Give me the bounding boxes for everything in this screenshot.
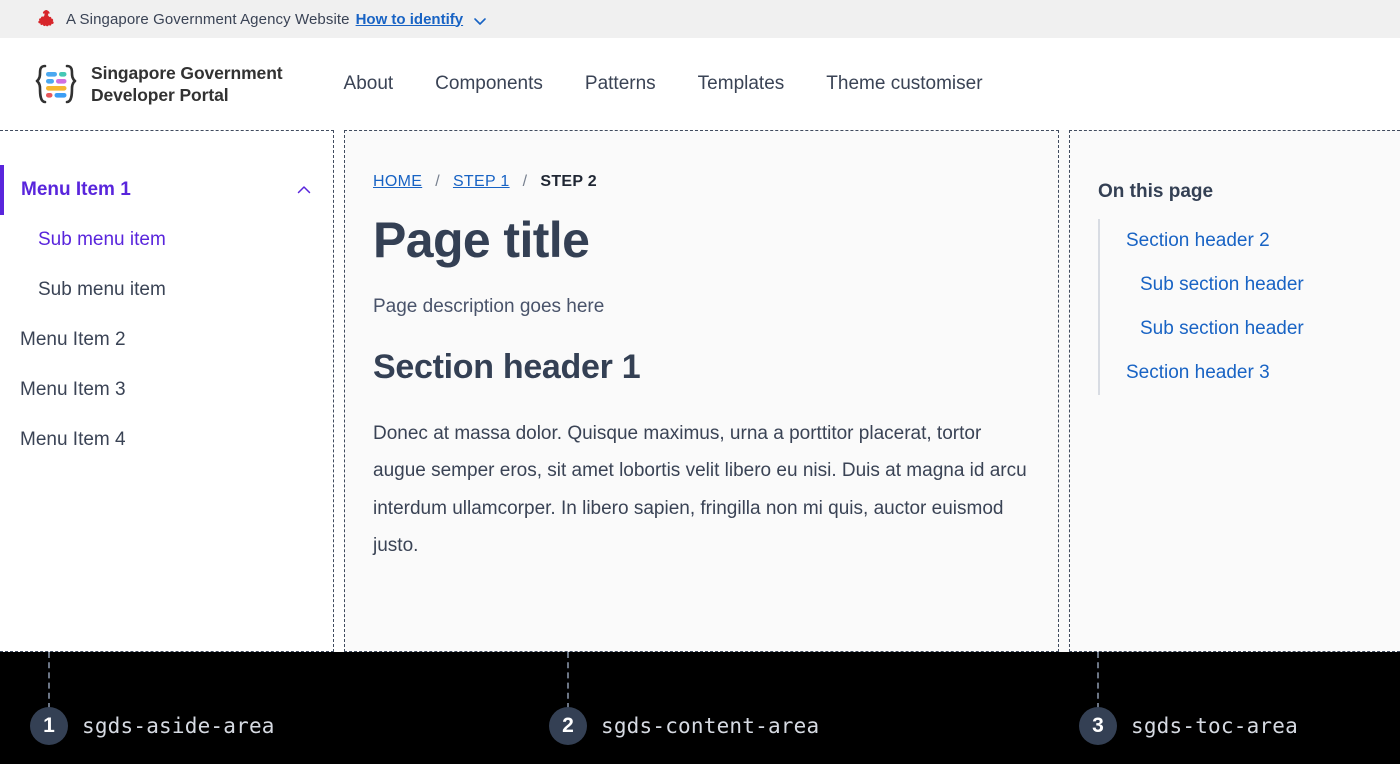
chevron-down-icon[interactable] xyxy=(472,13,488,29)
sidebar-item-label: Menu Item 3 xyxy=(20,379,126,400)
sidebar-item-label: Menu Item 2 xyxy=(20,329,126,350)
nav-link-theme-customiser[interactable]: Theme customiser xyxy=(805,65,1003,103)
toc-link-section-header-3[interactable]: Section header 3 xyxy=(1100,351,1400,395)
toc-link-section-header-2[interactable]: Section header 2 xyxy=(1100,219,1400,263)
breadcrumb: HOME / STEP 1 / STEP 2 xyxy=(373,173,1028,191)
annotation-3: 3 sgds-toc-area xyxy=(1079,707,1298,745)
annotation-label-2: sgds-content-area xyxy=(601,714,820,738)
body-paragraph: Donec at massa dolor. Quisque maximus, u… xyxy=(373,423,1027,557)
sgds-content-area: HOME / STEP 1 / STEP 2 Page title Page d… xyxy=(344,130,1059,652)
brand-name: Singapore Government Developer Portal xyxy=(91,62,283,105)
annotation-label-1: sgds-aside-area xyxy=(82,714,275,738)
toc-title: On this page xyxy=(1098,181,1214,202)
sidebar-item-menu-item-1[interactable]: Menu Item 1 xyxy=(0,165,333,215)
page-layout: Menu Item 1 Sub menu item Sub menu item … xyxy=(0,130,1400,652)
breadcrumb-separator: / xyxy=(435,173,440,190)
section-header-1: Section header 1 xyxy=(373,348,641,386)
nav-link-templates[interactable]: Templates xyxy=(677,65,806,103)
annotation-1: 1 sgds-aside-area xyxy=(30,707,275,745)
sidebar-item-label: Menu Item 4 xyxy=(20,429,126,450)
singapore-lion-head-icon xyxy=(38,9,54,27)
main-navbar: Singapore Government Developer Portal Ab… xyxy=(0,38,1400,130)
annotation-leader-line-3 xyxy=(1097,652,1099,709)
annotation-leader-line-2 xyxy=(567,652,569,709)
nav-links: About Components Patterns Templates Them… xyxy=(323,65,1004,103)
sgds-aside-area: Menu Item 1 Sub menu item Sub menu item … xyxy=(0,130,334,652)
annotation-badge-1: 1 xyxy=(30,707,68,745)
brand-logo[interactable]: Singapore Government Developer Portal xyxy=(32,62,283,107)
sgds-toc-area: On this page Section header 2 Sub sectio… xyxy=(1069,130,1400,652)
layout-gap-right xyxy=(1059,130,1069,652)
annotation-strip: 1 sgds-aside-area 2 sgds-content-area 3 … xyxy=(0,652,1400,764)
government-masthead: A Singapore Government Agency Website Ho… xyxy=(0,0,1400,38)
sidebar-subitem-2[interactable]: Sub menu item xyxy=(0,265,333,315)
page-title: Page title xyxy=(373,212,590,268)
annotation-label-3: sgds-toc-area xyxy=(1131,714,1298,738)
toc-link-sub-section-header-2[interactable]: Sub section header xyxy=(1100,307,1400,351)
masthead-text: A Singapore Government Agency Website xyxy=(66,10,350,28)
nav-link-about[interactable]: About xyxy=(323,65,415,103)
how-to-identify-link[interactable]: How to identify xyxy=(356,11,464,28)
annotation-leader-line-1 xyxy=(48,652,50,709)
sidebar-item-menu-item-3[interactable]: Menu Item 3 xyxy=(0,365,333,415)
sidebar-item-menu-item-4[interactable]: Menu Item 4 xyxy=(0,415,333,465)
sidebar-item-label: Menu Item 1 xyxy=(21,179,131,200)
annotation-badge-2: 2 xyxy=(549,707,587,745)
page-description: Page description goes here xyxy=(373,296,605,317)
sidebar-item-menu-item-2[interactable]: Menu Item 2 xyxy=(0,315,333,365)
nav-link-patterns[interactable]: Patterns xyxy=(564,65,677,103)
code-brackets-logo-icon xyxy=(35,64,77,104)
nav-link-components[interactable]: Components xyxy=(414,65,564,103)
chevron-up-icon[interactable] xyxy=(295,181,313,199)
toc-link-sub-section-header-1[interactable]: Sub section header xyxy=(1100,263,1400,307)
breadcrumb-separator: / xyxy=(522,173,528,190)
breadcrumb-step-2-current: STEP 2 xyxy=(540,173,598,190)
toc-list: Section header 2 Sub section header Sub … xyxy=(1098,219,1400,395)
breadcrumb-home[interactable]: HOME xyxy=(373,173,422,191)
annotation-badge-3: 3 xyxy=(1079,707,1117,745)
annotation-2: 2 sgds-content-area xyxy=(549,707,819,745)
sidebar-subitem-1[interactable]: Sub menu item xyxy=(0,215,333,265)
breadcrumb-step-1[interactable]: STEP 1 xyxy=(453,173,510,191)
layout-gap-left xyxy=(334,130,344,652)
